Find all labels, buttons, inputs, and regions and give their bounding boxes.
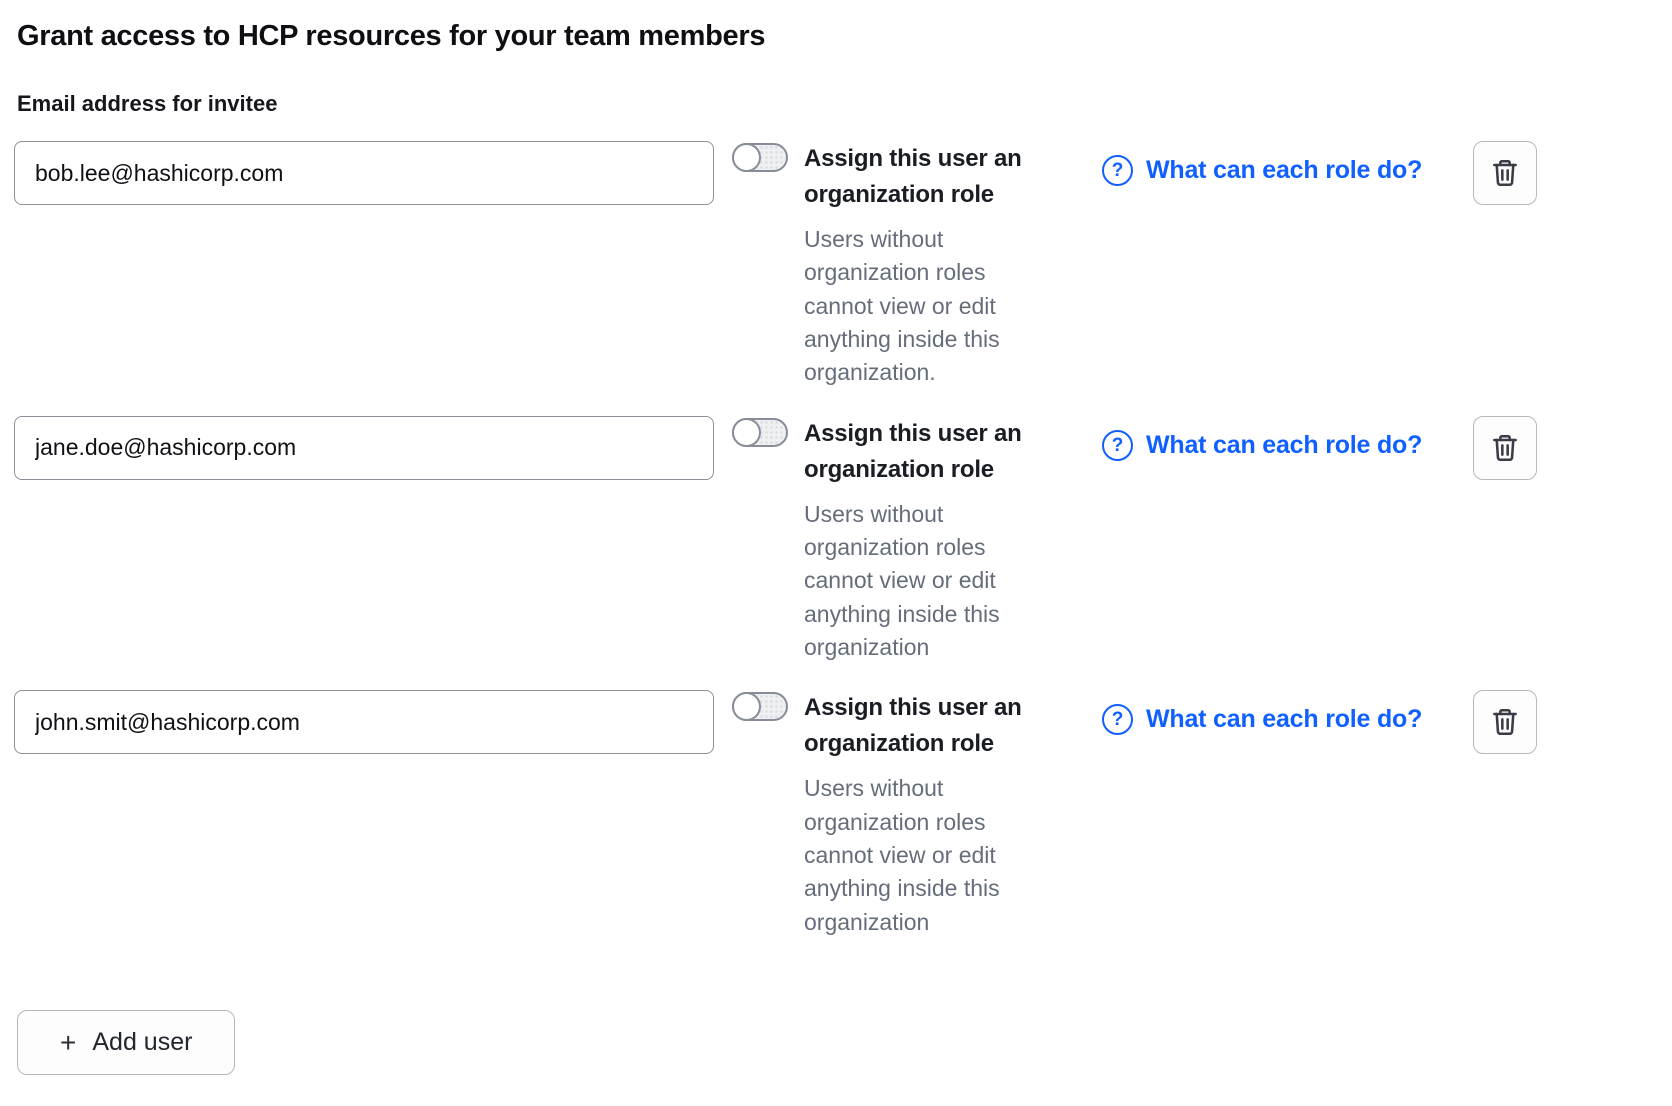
- question-glyph: ?: [1112, 710, 1124, 729]
- question-icon: ?: [1102, 704, 1133, 735]
- trash-icon: [1489, 157, 1521, 189]
- role-help-text: Users without organization roles cannot …: [804, 772, 1056, 939]
- invite-row: Assign this user an organization role Us…: [14, 690, 1537, 939]
- email-input[interactable]: [14, 690, 714, 754]
- delete-row-button[interactable]: [1473, 690, 1537, 754]
- trash-icon: [1489, 706, 1521, 738]
- delete-row-button[interactable]: [1473, 416, 1537, 480]
- role-docs-link[interactable]: ? What can each role do?: [1102, 155, 1422, 186]
- role-help-text: Users without organization roles cannot …: [804, 498, 1056, 665]
- add-user-label: Add user: [92, 1028, 192, 1057]
- email-input[interactable]: [14, 416, 714, 480]
- org-role-toggle[interactable]: [732, 418, 788, 447]
- help-link-label: What can each role do?: [1146, 156, 1422, 185]
- question-glyph: ?: [1112, 161, 1124, 180]
- role-toggle-label: Assign this user an organization role: [804, 141, 1056, 213]
- plus-icon: +: [60, 1029, 76, 1057]
- add-user-button[interactable]: + Add user: [17, 1010, 235, 1075]
- delete-row-button[interactable]: [1473, 141, 1537, 205]
- page-title: Grant access to HCP resources for your t…: [17, 20, 1537, 53]
- invite-users-form: Grant access to HCP resources for your t…: [0, 0, 1537, 1075]
- email-address-label: Email address for invitee: [17, 91, 1537, 117]
- role-docs-link[interactable]: ? What can each role do?: [1102, 704, 1422, 735]
- role-toggle-label: Assign this user an organization role: [804, 690, 1056, 762]
- org-role-toggle[interactable]: [732, 143, 788, 172]
- question-icon: ?: [1102, 155, 1133, 186]
- org-role-toggle[interactable]: [732, 692, 788, 721]
- invite-rows: Assign this user an organization role Us…: [14, 141, 1537, 939]
- email-input[interactable]: [14, 141, 714, 205]
- role-column: Assign this user an organization role Us…: [804, 690, 1056, 939]
- role-column: Assign this user an organization role Us…: [804, 416, 1056, 665]
- question-icon: ?: [1102, 430, 1133, 461]
- role-column: Assign this user an organization role Us…: [804, 141, 1056, 390]
- trash-icon: [1489, 432, 1521, 464]
- toggle-knob-icon: [732, 692, 761, 721]
- help-link-label: What can each role do?: [1146, 705, 1422, 734]
- role-toggle-label: Assign this user an organization role: [804, 416, 1056, 488]
- help-link-label: What can each role do?: [1146, 431, 1422, 460]
- role-docs-link[interactable]: ? What can each role do?: [1102, 430, 1422, 461]
- question-glyph: ?: [1112, 436, 1124, 455]
- invite-row: Assign this user an organization role Us…: [14, 416, 1537, 665]
- role-help-text: Users without organization roles cannot …: [804, 223, 1056, 390]
- toggle-knob-icon: [732, 418, 761, 447]
- toggle-knob-icon: [732, 143, 761, 172]
- invite-row: Assign this user an organization role Us…: [14, 141, 1537, 390]
